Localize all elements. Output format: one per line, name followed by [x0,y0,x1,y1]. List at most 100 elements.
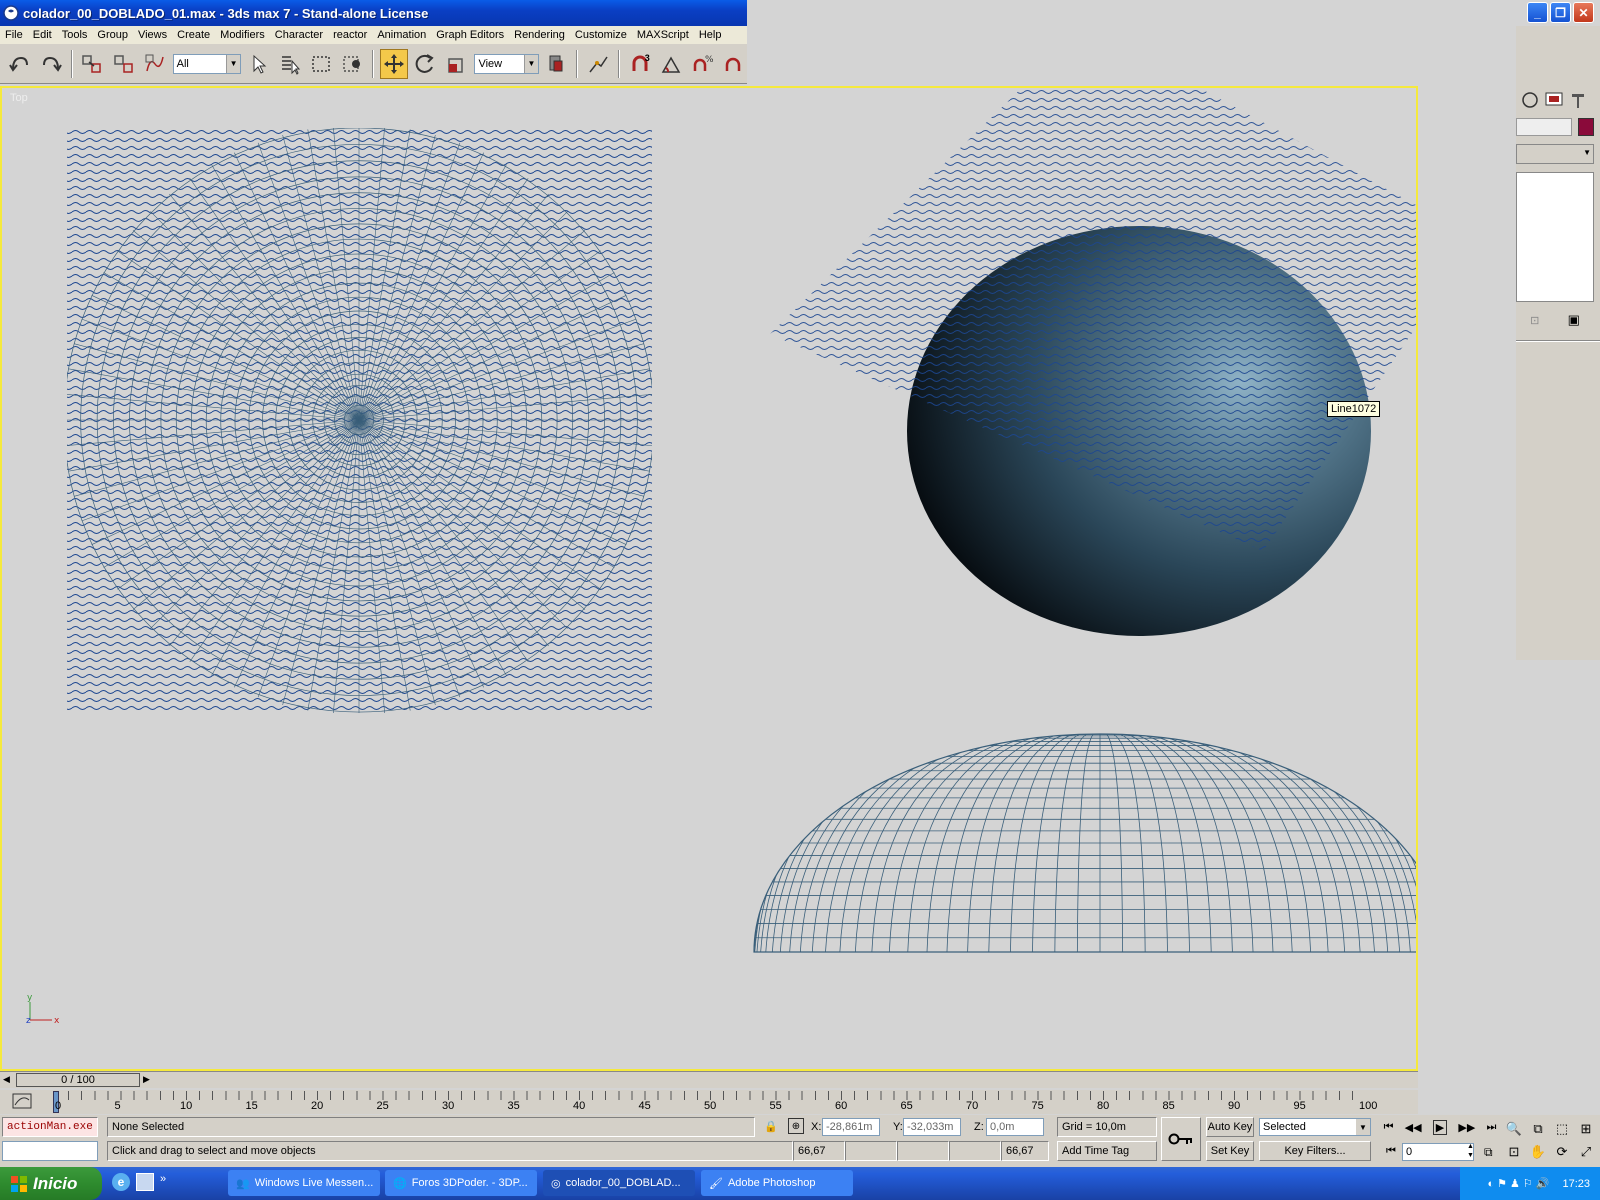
modifier-stack[interactable] [1516,172,1594,302]
task-3dsmax[interactable]: ◎ colador_00_DOBLAD... [543,1170,695,1196]
menu-tools[interactable]: Tools [57,29,93,41]
task-foros-3dpoder[interactable]: 🌐 Foros 3DPoder. - 3DP... [385,1170,537,1196]
menu-views[interactable]: Views [133,29,172,41]
modifier-list-dropdown[interactable]: ▼ [1516,144,1594,164]
menu-graph-editors[interactable]: Graph Editors [431,29,509,41]
unlink-button[interactable] [110,49,137,79]
configure-modifier-sets-icon[interactable]: ▣ [1568,312,1580,328]
menu-edit[interactable]: Edit [28,29,57,41]
set-key-large-button[interactable] [1161,1117,1201,1161]
dome-longitude [926,734,1101,952]
menu-character[interactable]: Character [270,29,328,41]
track-bar[interactable]: 0 5 10 15 20 25 30 35 40 45 50 55 60 65 70 75 80 85 90 95 10… [0,1090,1418,1114]
shaded-sphere-object[interactable] [770,88,1416,636]
redo-button[interactable] [37,49,64,79]
region-zoom-icon[interactable]: ⊡ [1509,1144,1520,1160]
menu-file[interactable]: File [0,29,28,41]
menu-rendering[interactable]: Rendering [509,29,570,41]
task-windows-live-messenger[interactable]: 👥 Windows Live Messen... [228,1170,380,1196]
play-icon[interactable]: ▶ [1432,1119,1448,1135]
frame-spinner-icon[interactable]: ▲ ▼ [1467,1142,1474,1160]
task-adobe-photoshop[interactable]: 🖌 Adobe Photoshop [701,1170,853,1196]
select-and-rotate-button[interactable] [412,49,439,79]
z-coord-field[interactable]: 0,0m [986,1118,1044,1136]
zoom-extents-all-icon[interactable]: ⊞ [1581,1121,1592,1137]
time-configuration-icon[interactable]: ⧉ [1484,1145,1493,1160]
arc-rotate-icon[interactable]: ⟳ [1557,1144,1568,1160]
zoom-icon[interactable]: 🔍 [1506,1121,1522,1137]
tray-icons[interactable]: ◐⚑♟⚐🔊 [1488,1177,1553,1190]
add-time-tag-button[interactable]: Add Time Tag [1057,1141,1157,1161]
manipulate-button[interactable] [584,49,611,79]
zoom-extents-icon[interactable]: ⬚ [1556,1121,1568,1137]
zoom-all-icon[interactable]: ⧉ [1533,1121,1542,1137]
strainer-top-view[interactable] [64,125,654,715]
start-button[interactable]: Inicio [0,1167,102,1200]
photoshop-quicklaunch-icon[interactable] [136,1173,154,1191]
time-slider-next-icon[interactable]: ▶ [143,1074,150,1085]
percent-snap-button[interactable]: % [688,49,715,79]
time-slider-prev-icon[interactable]: ◀ [3,1074,15,1086]
object-color-swatch[interactable] [1578,118,1594,136]
3dsmax-app-icon[interactable] [3,5,19,21]
hammer-icon[interactable] [1568,90,1588,110]
auto-key-button[interactable]: Auto Key [1206,1117,1254,1137]
menu-animation[interactable]: Animation [372,29,431,41]
current-frame-field[interactable]: 0 [1402,1143,1474,1161]
key-mode-dropdown[interactable]: Selected ▼ [1259,1118,1371,1136]
menu-customize[interactable]: Customize [570,29,632,41]
angle-snap-icon [661,55,680,73]
time-slider-thumb[interactable]: 0 / 100 [16,1073,140,1087]
select-and-move-button[interactable] [380,48,408,79]
render-setup-icon[interactable] [1544,90,1564,110]
menu-maxscript[interactable]: MAXScript [632,29,694,41]
select-and-link-button[interactable] [79,49,106,79]
go-to-end-icon[interactable]: ⏭ [1486,1121,1496,1134]
x-coord-field[interactable]: -28,861m [822,1118,880,1136]
select-object-button[interactable] [245,49,272,79]
curve-editor-icon[interactable] [12,1092,32,1110]
menu-help[interactable]: Help [694,29,727,41]
time-slider[interactable]: ◀ 0 / 100 ▶ [0,1071,1418,1088]
maximize-viewport-icon[interactable]: ⤢ [1581,1144,1591,1160]
reference-coord-dropdown[interactable]: View ▼ [474,53,539,74]
menu-create[interactable]: Create [172,29,215,41]
previous-frame-icon[interactable]: ◀◀ [1405,1121,1422,1134]
select-and-scale-button[interactable] [443,49,470,79]
set-key-button[interactable]: Set Key [1206,1141,1254,1161]
lock-selection-icon[interactable]: 🔒 [764,1120,778,1133]
y-coord-field[interactable]: -32,033m [903,1118,961,1136]
menu-group[interactable]: Group [92,29,133,41]
minimize-button[interactable]: _ [1527,2,1548,23]
pivot-center-button[interactable] [543,49,570,79]
bind-space-warp-button[interactable] [141,49,168,79]
maxscript-mini-listener[interactable]: actionMan.exe [2,1117,98,1137]
window-crossing-button[interactable] [339,49,366,79]
show-more-icon[interactable]: » [160,1173,166,1191]
pin-stack-icon[interactable]: ⊡ [1530,314,1539,327]
maxscript-input[interactable] [2,1141,98,1161]
go-to-start-icon[interactable]: ⏮ [1384,1121,1394,1134]
pan-hand-icon[interactable]: ✋ [1530,1144,1546,1160]
selection-filter-dropdown[interactable]: All ▼ [172,53,242,74]
next-frame-icon[interactable]: ▶▶ [1458,1121,1475,1134]
perspective-viewport[interactable]: Top y x z Line1072 [0,86,1418,1071]
internet-explorer-icon[interactable]: e [112,1173,130,1191]
absolute-mode-icon[interactable]: ⊕ [788,1118,804,1134]
snap-toggle-button[interactable]: 3 [626,49,653,79]
key-filters-button[interactable]: Key Filters... [1259,1141,1371,1161]
close-button[interactable]: ✕ [1573,2,1594,23]
key-mode-toggle-icon[interactable]: ⏮ [1386,1145,1396,1158]
angle-snap-button[interactable] [657,49,684,79]
spinner-snap-button[interactable] [720,49,747,79]
dome-longitude [1099,734,1416,952]
undo-button[interactable] [6,49,33,79]
select-by-name-button[interactable] [276,49,303,79]
rectangular-selection-button[interactable] [308,49,335,79]
menu-modifiers[interactable]: Modifiers [215,29,270,41]
restore-button[interactable]: ❐ [1550,2,1571,23]
object-name-field[interactable] [1516,118,1572,136]
menu-reactor[interactable]: reactor [328,29,372,41]
display-icon[interactable] [1520,90,1540,110]
dome-wireframe[interactable] [753,732,1416,953]
